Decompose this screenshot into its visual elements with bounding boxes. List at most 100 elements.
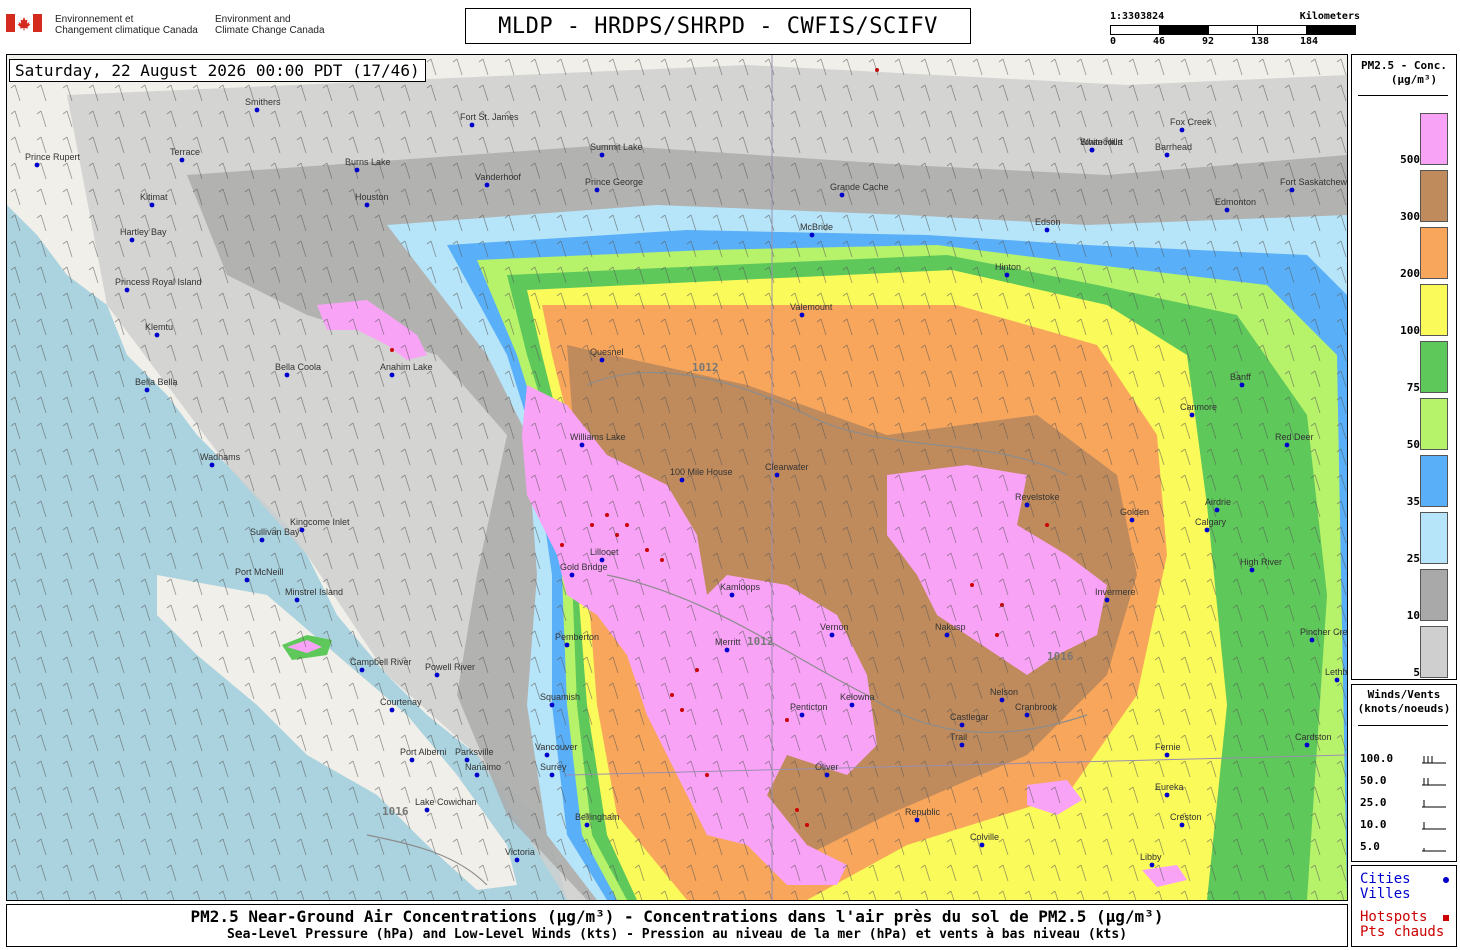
city-marker[interactable] xyxy=(1309,637,1315,643)
city-marker[interactable] xyxy=(144,387,150,393)
city-marker[interactable] xyxy=(839,192,845,198)
city-marker[interactable] xyxy=(599,357,605,363)
city-marker[interactable] xyxy=(34,162,40,168)
city-marker[interactable] xyxy=(599,152,605,158)
wind-speed-label: 50.0 xyxy=(1360,774,1387,787)
city-marker[interactable] xyxy=(944,632,950,638)
city-label: Nelson xyxy=(990,687,1018,697)
city-marker[interactable] xyxy=(774,472,780,478)
city-marker[interactable] xyxy=(849,702,855,708)
city-label: Quesnel xyxy=(590,347,624,357)
city-marker[interactable] xyxy=(1334,677,1340,683)
city-marker[interactable] xyxy=(1129,517,1135,523)
city-marker[interactable] xyxy=(514,857,520,863)
city-marker[interactable] xyxy=(129,237,135,243)
city-marker[interactable] xyxy=(809,232,815,238)
city-marker[interactable] xyxy=(1284,442,1290,448)
city-label: Airdrie xyxy=(1205,497,1231,507)
city-marker[interactable] xyxy=(729,592,735,598)
city-marker[interactable] xyxy=(469,122,475,128)
city-marker[interactable] xyxy=(124,287,130,293)
scale-tick-label: 92 xyxy=(1202,36,1215,47)
city-marker[interactable] xyxy=(569,572,575,578)
legend-level-label: 200 xyxy=(1400,267,1420,280)
city-marker[interactable] xyxy=(799,712,805,718)
city-marker[interactable] xyxy=(389,372,395,378)
city-marker[interactable] xyxy=(544,752,550,758)
city-marker[interactable] xyxy=(979,842,985,848)
city-marker[interactable] xyxy=(959,722,965,728)
city-marker[interactable] xyxy=(1024,502,1030,508)
city-marker[interactable] xyxy=(209,462,215,468)
city-marker[interactable] xyxy=(294,597,300,603)
city-marker[interactable] xyxy=(549,772,555,778)
city-marker[interactable] xyxy=(409,757,415,763)
city-marker[interactable] xyxy=(564,642,570,648)
city-marker[interactable] xyxy=(1304,742,1310,748)
city-marker[interactable] xyxy=(1164,152,1170,158)
dispersion-map[interactable]: 1012 1012 1016 1016 Prince Rupert Terrace… xyxy=(6,54,1348,901)
city-marker[interactable] xyxy=(1044,227,1050,233)
city-marker[interactable] xyxy=(829,632,835,638)
city-marker[interactable] xyxy=(484,182,490,188)
city-marker[interactable] xyxy=(154,332,160,338)
city-label: Libby xyxy=(1140,852,1162,862)
city-marker[interactable] xyxy=(179,157,185,163)
city-marker[interactable] xyxy=(799,312,805,318)
city-marker[interactable] xyxy=(1164,752,1170,758)
scale-unit: Kilometers xyxy=(1299,11,1360,22)
city-marker[interactable] xyxy=(354,167,360,173)
city-marker[interactable] xyxy=(1214,507,1220,513)
city-marker[interactable] xyxy=(824,772,830,778)
city-label: Lillooet xyxy=(590,547,619,557)
city-marker[interactable] xyxy=(1289,187,1295,193)
city-label: Hinton xyxy=(995,262,1021,272)
city-label: Terrace xyxy=(170,147,200,157)
city-marker[interactable] xyxy=(1179,822,1185,828)
city-marker[interactable] xyxy=(149,202,155,208)
city-marker[interactable] xyxy=(724,647,730,653)
city-marker[interactable] xyxy=(1204,527,1210,533)
city-marker[interactable] xyxy=(679,477,685,483)
city-marker[interactable] xyxy=(584,822,590,828)
wind-speed-label: 5.0 xyxy=(1360,840,1380,853)
city-marker[interactable] xyxy=(424,807,430,813)
city-marker[interactable] xyxy=(1089,147,1095,153)
city-marker[interactable] xyxy=(959,742,965,748)
city-marker[interactable] xyxy=(1104,597,1110,603)
city-label: Clearwater xyxy=(765,462,809,472)
city-marker[interactable] xyxy=(914,817,920,823)
city-marker[interactable] xyxy=(474,772,480,778)
city-marker[interactable] xyxy=(434,672,440,678)
city-marker[interactable] xyxy=(1164,792,1170,798)
city-marker[interactable] xyxy=(1189,412,1195,418)
city-marker[interactable] xyxy=(1249,567,1255,573)
city-label: Cranbrook xyxy=(1015,702,1058,712)
isobar-label-1016-b: 1016 xyxy=(382,805,409,818)
city-marker[interactable] xyxy=(364,202,370,208)
city-marker[interactable] xyxy=(254,107,260,113)
city-label: Smithers xyxy=(245,97,281,107)
hotspot-square-icon xyxy=(1443,915,1449,921)
city-marker[interactable] xyxy=(579,442,585,448)
city-marker[interactable] xyxy=(1224,207,1230,213)
city-marker[interactable] xyxy=(244,577,250,583)
city-marker[interactable] xyxy=(389,707,395,713)
city-marker[interactable] xyxy=(359,667,365,673)
city-marker[interactable] xyxy=(549,702,555,708)
city-marker[interactable] xyxy=(594,187,600,193)
legend-title: PM2.5 - Conc. xyxy=(1360,59,1448,72)
city-marker[interactable] xyxy=(1004,272,1010,278)
city-marker[interactable] xyxy=(1179,127,1185,133)
scale-ratio: 1:3303824 xyxy=(1110,11,1165,22)
city-marker[interactable] xyxy=(1239,382,1245,388)
city-marker[interactable] xyxy=(259,537,265,543)
city-marker[interactable] xyxy=(1149,862,1155,868)
symbol-key: Cities Villes Hotspots Pts chauds xyxy=(1351,865,1457,947)
pm25-legend: PM2.5 - Conc. (µg/m³) 500 300 200 100 75 50 35… xyxy=(1351,54,1457,680)
city-marker[interactable] xyxy=(284,372,290,378)
city-marker[interactable] xyxy=(599,557,605,563)
city-marker[interactable] xyxy=(299,527,305,533)
city-marker[interactable] xyxy=(1024,712,1030,718)
city-marker[interactable] xyxy=(999,697,1005,703)
